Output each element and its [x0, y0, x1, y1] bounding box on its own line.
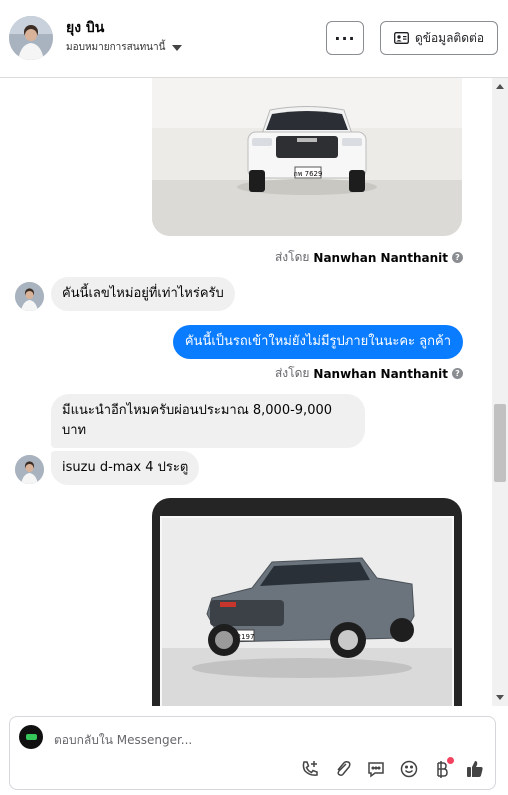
- sent-by-line: ส่งโดย Nanwhan Nanthanit ?: [275, 364, 463, 383]
- contact-info-label: ดูข้อมูลติดต่อ: [414, 30, 485, 45]
- scroll-up-icon[interactable]: [496, 84, 504, 89]
- outgoing-message: คันนี้เป็นรถเข้าใหม่ยังไม่มีรูปภายในนะคะ…: [172, 325, 463, 359]
- emoji-icon[interactable]: [398, 758, 420, 780]
- incoming-message: isuzu d-max 4 ประตู: [51, 451, 200, 485]
- help-icon[interactable]: ?: [452, 252, 463, 263]
- sender-name[interactable]: Nanwhan Nanthanit: [313, 367, 448, 381]
- attach-icon[interactable]: [332, 758, 354, 780]
- payment-icon[interactable]: [431, 757, 454, 780]
- contact-avatar-small[interactable]: [15, 282, 44, 311]
- saved-replies-icon[interactable]: [365, 758, 387, 780]
- assign-conversation-dropdown[interactable]: มอบหมายการสนทนานี้: [66, 40, 183, 55]
- like-icon[interactable]: [464, 758, 486, 780]
- add-call-icon[interactable]: [299, 758, 321, 780]
- message-photo-grey-pickup[interactable]: กพ 2197: [152, 498, 462, 706]
- message-list[interactable]: กพ 7629 ส่งโดย Nanwhan Nanthanit ? คันนี…: [0, 78, 508, 706]
- reply-input[interactable]: ตอบกลับใน Messenger...: [54, 731, 192, 750]
- scrollbar-thumb[interactable]: [494, 404, 506, 482]
- scroll-down-icon[interactable]: [496, 695, 504, 700]
- incoming-message: คันนี้เลขไหม่อยู่ที่เท่าไหร่ครับ: [51, 277, 235, 311]
- page-avatar: [19, 725, 43, 749]
- message-photo-white-pickup[interactable]: กพ 7629: [152, 78, 462, 236]
- help-icon[interactable]: ?: [452, 368, 463, 379]
- contact-avatar-small[interactable]: [15, 455, 44, 484]
- more-options-button[interactable]: ···: [326, 21, 364, 55]
- assign-label: มอบหมายการสนทนานี้: [66, 42, 166, 53]
- conversation-header: ยุง บิน มอบหมายการสนทนานี้ ··· ดูข้อมูลต…: [0, 0, 508, 78]
- notification-dot: [447, 757, 454, 764]
- license-plate: กพ 7629: [294, 170, 323, 178]
- contact-avatar[interactable]: [9, 16, 53, 60]
- reply-composer: ตอบกลับใน Messenger...: [9, 716, 496, 790]
- sender-name[interactable]: Nanwhan Nanthanit: [313, 251, 448, 265]
- composer-toolbar: [299, 757, 486, 780]
- more-icon: ···: [334, 28, 356, 48]
- scrollbar[interactable]: [492, 78, 508, 706]
- incoming-message: มีแนะนำอีกไหมครับผ่อนประมาณ 8,000-9,000 …: [51, 394, 365, 448]
- contact-name[interactable]: ยุง บิน: [66, 17, 104, 39]
- caret-down-icon: [172, 44, 183, 51]
- contact-info-button[interactable]: ดูข้อมูลติดต่อ: [380, 21, 498, 55]
- contact-card-icon: [394, 32, 409, 44]
- sent-by-line: ส่งโดย Nanwhan Nanthanit ?: [275, 248, 463, 267]
